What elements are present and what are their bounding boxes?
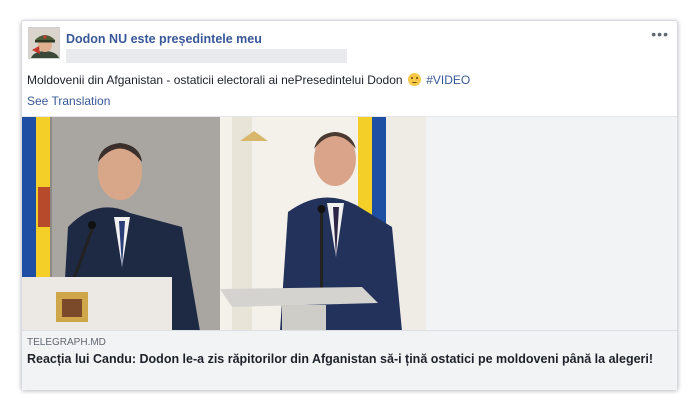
post-text: Moldovenii din Afganistan - ostaticii el… <box>27 73 470 87</box>
link-headline[interactable]: Reacția lui Candu: Dodon le-a zis răpito… <box>27 351 667 368</box>
page-name-link[interactable]: Dodon NU este președintele meu <box>66 32 262 46</box>
post-meta-redacted <box>66 49 347 63</box>
link-preview-image[interactable] <box>22 116 677 330</box>
hashtag-video-link[interactable]: #VIDEO <box>426 73 470 87</box>
article-photo <box>22 117 426 330</box>
link-preview-info[interactable]: TELEGRAPH.MD Reacția lui Candu: Dodon le… <box>22 330 677 390</box>
more-options-icon[interactable]: ••• <box>651 27 669 41</box>
post-card: Dodon NU este președintele meu ••• Moldo… <box>21 20 678 390</box>
disappointed-face-icon <box>407 73 421 86</box>
post-text-body: Moldovenii din Afganistan - ostaticii el… <box>27 73 403 87</box>
page-avatar[interactable] <box>28 27 60 59</box>
link-domain: TELEGRAPH.MD <box>27 337 106 348</box>
see-translation-link[interactable]: See Translation <box>27 94 110 108</box>
